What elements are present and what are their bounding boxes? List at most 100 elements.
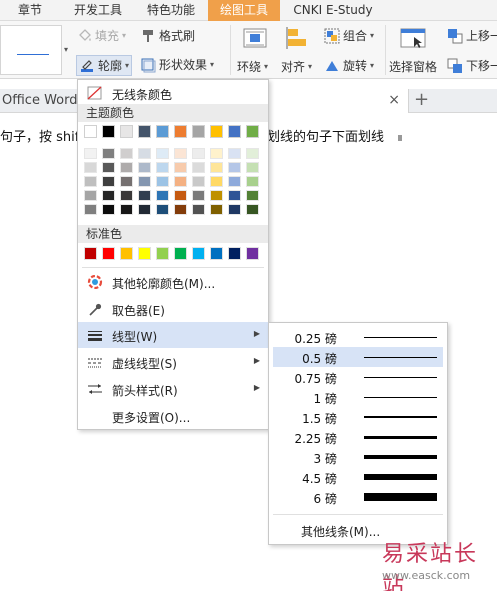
- theme-shade-swatch[interactable]: [120, 162, 133, 173]
- selection-pane-icon-button[interactable]: [400, 27, 426, 49]
- theme-shade-swatch[interactable]: [138, 190, 151, 201]
- theme-shade-swatch[interactable]: [156, 162, 169, 173]
- theme-shade-swatch[interactable]: [84, 190, 97, 201]
- theme-shade-swatch[interactable]: [84, 176, 97, 187]
- line-weight-option[interactable]: 0.75 磅: [273, 367, 443, 387]
- theme-shade-swatch[interactable]: [228, 204, 241, 215]
- theme-shade-swatch[interactable]: [156, 190, 169, 201]
- theme-shade-swatch[interactable]: [246, 204, 259, 215]
- wrap-icon-button[interactable]: [243, 27, 267, 49]
- dash-style-item[interactable]: 虚线线型(S) ▶: [78, 349, 268, 375]
- theme-shade-swatch[interactable]: [210, 148, 223, 159]
- rotate-button[interactable]: 旋转 ▾: [324, 57, 374, 74]
- theme-shade-swatch[interactable]: [84, 148, 97, 159]
- theme-shade-swatch[interactable]: [228, 190, 241, 201]
- standard-color-swatch[interactable]: [210, 247, 223, 260]
- theme-shade-swatch[interactable]: [156, 176, 169, 187]
- standard-color-swatch[interactable]: [192, 247, 205, 260]
- line-weight-option[interactable]: 6 磅: [273, 487, 443, 507]
- theme-shade-swatch[interactable]: [84, 204, 97, 215]
- theme-shade-swatch[interactable]: [174, 204, 187, 215]
- standard-color-swatch[interactable]: [138, 247, 151, 260]
- theme-shade-swatch[interactable]: [84, 162, 97, 173]
- standard-color-swatch[interactable]: [246, 247, 259, 260]
- no-line-color-item[interactable]: 无线条颜色: [78, 80, 268, 106]
- line-style-preview[interactable]: [0, 25, 62, 75]
- theme-shade-swatch[interactable]: [210, 162, 223, 173]
- preview-gallery-more[interactable]: ▾: [64, 45, 68, 54]
- theme-color-swatch[interactable]: [246, 125, 259, 138]
- standard-color-swatch[interactable]: [156, 247, 169, 260]
- theme-color-swatch[interactable]: [84, 125, 97, 138]
- shape-effect-button[interactable]: 形状效果 ▾: [140, 56, 214, 73]
- more-lines-item[interactable]: 其他线条(M)...: [301, 523, 380, 540]
- align-icon-button[interactable]: [286, 27, 310, 49]
- theme-shade-swatch[interactable]: [246, 176, 259, 187]
- theme-shade-swatch[interactable]: [174, 176, 187, 187]
- standard-color-swatch[interactable]: [84, 247, 97, 260]
- more-outline-colors-item[interactable]: 其他轮廓颜色(M)...: [78, 269, 268, 295]
- tab-developer-tools[interactable]: 开发工具: [62, 0, 134, 21]
- tab-cnki-e-study[interactable]: CNKI E-Study: [284, 0, 382, 21]
- add-tab-icon[interactable]: +: [414, 89, 429, 110]
- theme-shade-swatch[interactable]: [138, 176, 151, 187]
- line-weight-option[interactable]: 1.5 磅: [273, 407, 443, 427]
- theme-color-swatch[interactable]: [192, 125, 205, 138]
- tab-drawing-tools[interactable]: 绘图工具: [208, 0, 280, 21]
- theme-color-swatch[interactable]: [102, 125, 115, 138]
- bring-forward-button[interactable]: 上移一: [447, 27, 497, 44]
- outline-button[interactable]: 轮廓 ▾: [76, 55, 133, 76]
- theme-color-swatch[interactable]: [138, 125, 151, 138]
- fill-button[interactable]: 填充 ▾: [76, 27, 126, 44]
- theme-shade-swatch[interactable]: [174, 148, 187, 159]
- text-cursor-handle[interactable]: [398, 135, 402, 141]
- group-button[interactable]: 组合 ▾: [324, 27, 374, 44]
- theme-shade-swatch[interactable]: [246, 162, 259, 173]
- line-weight-option[interactable]: 0.5 磅: [273, 347, 443, 367]
- arrow-style-item[interactable]: 箭头样式(R) ▶: [78, 376, 268, 402]
- standard-color-swatch[interactable]: [102, 247, 115, 260]
- format-painter-button[interactable]: 格式刷: [140, 27, 195, 44]
- theme-shade-swatch[interactable]: [138, 148, 151, 159]
- theme-shade-swatch[interactable]: [174, 162, 187, 173]
- document-tab-active[interactable]: ×: [266, 89, 409, 113]
- theme-shade-swatch[interactable]: [102, 204, 115, 215]
- eyedropper-item[interactable]: 取色器(E): [78, 296, 268, 322]
- theme-color-swatch[interactable]: [156, 125, 169, 138]
- theme-shade-swatch[interactable]: [228, 148, 241, 159]
- theme-color-swatch[interactable]: [120, 125, 133, 138]
- tab-chapter[interactable]: 章节: [2, 0, 58, 21]
- theme-shade-swatch[interactable]: [102, 162, 115, 173]
- line-weight-option[interactable]: 4.5 磅: [273, 467, 443, 487]
- theme-shade-swatch[interactable]: [102, 190, 115, 201]
- line-weight-option[interactable]: 0.25 磅: [273, 327, 443, 347]
- line-weight-option[interactable]: 3 磅: [273, 447, 443, 467]
- standard-color-swatch[interactable]: [228, 247, 241, 260]
- send-backward-button[interactable]: 下移一: [447, 57, 497, 74]
- theme-shade-swatch[interactable]: [120, 204, 133, 215]
- theme-shade-swatch[interactable]: [192, 176, 205, 187]
- theme-shade-swatch[interactable]: [192, 190, 205, 201]
- selection-pane-button[interactable]: 选择窗格: [389, 58, 437, 75]
- theme-shade-swatch[interactable]: [102, 176, 115, 187]
- more-settings-item[interactable]: 更多设置(O)...: [78, 403, 268, 429]
- theme-shade-swatch[interactable]: [120, 176, 133, 187]
- theme-shade-swatch[interactable]: [120, 148, 133, 159]
- theme-shade-swatch[interactable]: [246, 148, 259, 159]
- standard-color-swatch[interactable]: [174, 247, 187, 260]
- document-text-line[interactable]: 句子，按 shift 划线的句子下面划线: [0, 126, 402, 145]
- theme-shade-swatch[interactable]: [120, 190, 133, 201]
- line-style-item[interactable]: 线型(W) ▶: [78, 322, 268, 348]
- theme-shade-swatch[interactable]: [228, 162, 241, 173]
- theme-shade-swatch[interactable]: [192, 148, 205, 159]
- wrap-button[interactable]: 环绕 ▾: [237, 58, 268, 75]
- theme-shade-swatch[interactable]: [138, 162, 151, 173]
- line-weight-option[interactable]: 2.25 磅: [273, 427, 443, 447]
- theme-shade-swatch[interactable]: [102, 148, 115, 159]
- theme-color-swatch[interactable]: [228, 125, 241, 138]
- theme-shade-swatch[interactable]: [138, 204, 151, 215]
- tab-special-features[interactable]: 特色功能: [138, 0, 204, 21]
- theme-shade-swatch[interactable]: [228, 176, 241, 187]
- theme-shade-swatch[interactable]: [210, 190, 223, 201]
- theme-color-swatch[interactable]: [174, 125, 187, 138]
